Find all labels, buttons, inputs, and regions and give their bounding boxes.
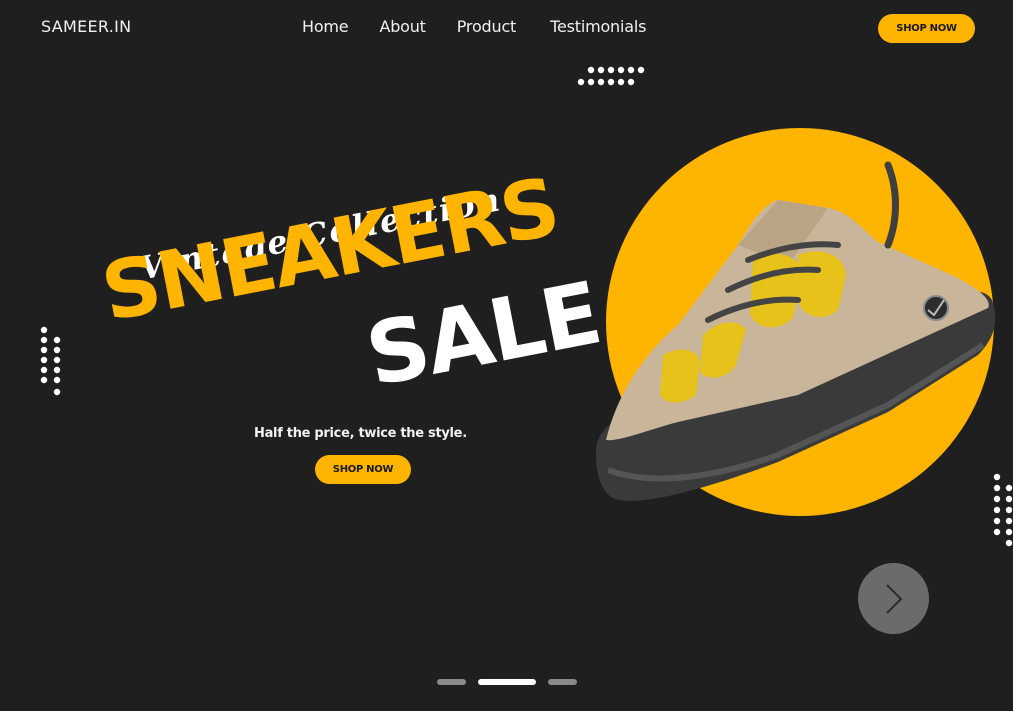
header-shop-now-button[interactable]: SHOP NOW	[878, 14, 975, 43]
dot-pattern-top	[576, 64, 652, 88]
pagination-dot-1[interactable]	[437, 679, 466, 685]
nav-testimonials-link[interactable]: Testimonials	[550, 17, 646, 36]
hero-headline-sale: SALE	[358, 263, 608, 407]
nav-product-link[interactable]: Product	[457, 17, 517, 36]
main-nav: Home About Product Testimonials	[302, 17, 646, 36]
dot-pattern-left	[38, 325, 64, 401]
nav-about-link[interactable]: About	[379, 17, 426, 36]
chevron-right-icon	[885, 583, 902, 614]
site-logo[interactable]: SAMEER.IN	[41, 17, 131, 36]
carousel-pagination	[437, 679, 577, 685]
sneaker-image	[588, 150, 1000, 514]
hero-shop-now-button[interactable]: SHOP NOW	[315, 455, 411, 484]
nav-home-link[interactable]: Home	[302, 17, 349, 36]
pagination-dot-3[interactable]	[548, 679, 577, 685]
pagination-dot-2-active[interactable]	[478, 679, 536, 685]
carousel-next-button[interactable]	[858, 563, 929, 634]
hero-tagline: Half the price, twice the style.	[254, 426, 467, 441]
